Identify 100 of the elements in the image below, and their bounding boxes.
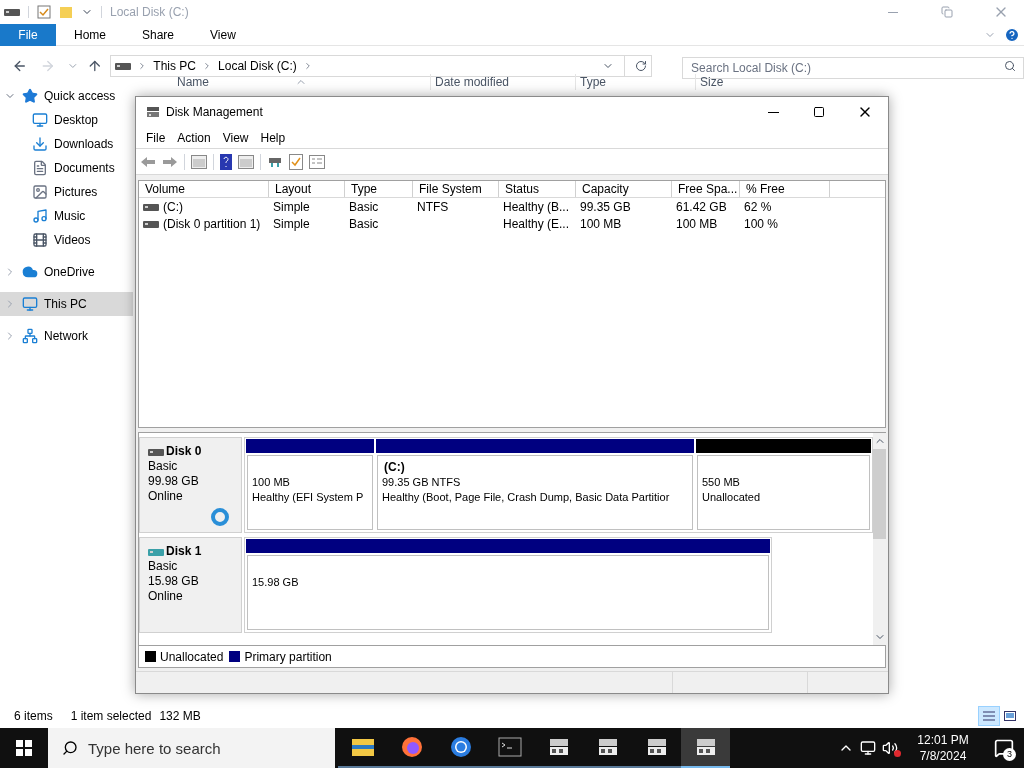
clock-date[interactable]: 7/8/2024: [919, 748, 967, 764]
sidebar-label: Videos: [54, 232, 91, 249]
table-cell-text: NTFS: [417, 198, 449, 216]
properties-icon[interactable]: [309, 154, 325, 169]
disk-name: Disk 0: [166, 444, 202, 459]
large-icons-view-icon[interactable]: [1004, 711, 1016, 721]
disk-label-panel[interactable]: Disk 1 Basic 15.98 GB Online: [139, 537, 242, 633]
column-header[interactable]: Free Spa...: [672, 181, 740, 197]
ribbon-tab[interactable]: Share: [124, 23, 193, 46]
back-arrow-icon[interactable]: [140, 155, 156, 168]
partition-text: 100 MB: [252, 475, 291, 490]
taskbar-app[interactable]: [681, 728, 730, 768]
back-icon[interactable]: [12, 58, 28, 74]
search-icon[interactable]: [1004, 60, 1017, 72]
item-count: 6 items: [14, 708, 53, 725]
ribbon-tab[interactable]: View: [192, 23, 254, 46]
notification-count: 3: [1003, 748, 1016, 761]
disk-management-icon: [146, 106, 160, 118]
image-icon: [32, 184, 48, 200]
sidebar-item[interactable]: Music: [0, 204, 133, 228]
network-icon[interactable]: [860, 740, 876, 756]
terminal-icon: [497, 737, 522, 757]
window-title: Local Disk (C:): [110, 4, 189, 21]
sidebar-item[interactable]: This PC: [0, 292, 133, 316]
column-header[interactable]: Volume: [139, 181, 269, 197]
clock-time[interactable]: 12:01 PM: [917, 732, 969, 748]
scrollbar[interactable]: [873, 433, 886, 645]
forward-arrow-icon[interactable]: [162, 155, 178, 168]
column-header[interactable]: Layout: [269, 181, 345, 197]
table-cell-text: 62 %: [744, 198, 772, 216]
notification-button[interactable]: 3: [984, 728, 1024, 768]
sidebar-item[interactable]: OneDrive: [0, 260, 133, 284]
disk-label-panel[interactable]: Disk 0 Basic 99.98 GB Online: [139, 437, 242, 533]
cloud-icon: [22, 264, 38, 280]
download-icon: [32, 136, 48, 152]
sidebar-item[interactable]: Pictures: [0, 180, 133, 204]
search-icon: [62, 740, 78, 756]
sidebar-item[interactable]: Videos: [0, 228, 133, 252]
sidebar-item[interactable]: Documents: [0, 156, 133, 180]
ribbon-tab[interactable]: File: [0, 23, 56, 46]
breadcrumb-item[interactable]: Local Disk (C:): [218, 57, 297, 75]
column-header[interactable]: Size: [695, 74, 775, 90]
partition-text: Healthy (Boot, Page File, Crash Dump, Basic Data Partitior: [382, 490, 671, 505]
muted-speaker-icon[interactable]: [882, 740, 898, 756]
disk-status: Online: [148, 489, 184, 504]
minimize-icon: [888, 11, 898, 13]
help-icon[interactable]: [1004, 26, 1020, 43]
table-cell-text: (C:): [163, 198, 183, 216]
disk-type: Basic: [148, 459, 179, 474]
sidebar-item[interactable]: Network: [0, 324, 133, 348]
legend-label: Unallocated: [160, 648, 224, 666]
column-header[interactable]: Date modified: [430, 74, 575, 90]
partition-text: Unallocated: [702, 490, 762, 505]
sidebar-label: Music: [54, 208, 86, 225]
legend-label: Primary partition: [244, 648, 332, 666]
volume-row[interactable]: (Disk 0 partition 1) Simple Basic Healthy (E... 100 MB 100 MB 100 %: [139, 215, 885, 232]
refresh-icon[interactable]: [635, 60, 648, 72]
menu-item[interactable]: Action: [171, 128, 217, 147]
menu-item[interactable]: Help: [254, 128, 292, 147]
column-header[interactable]: Name: [173, 74, 430, 90]
table-cell-text: Healthy (B...: [503, 198, 570, 216]
browser-ring-icon: [448, 735, 473, 759]
scroll-thumb[interactable]: [873, 449, 886, 539]
address-bar[interactable]: This PC Local Disk (C:): [110, 55, 653, 77]
column-header[interactable]: Type: [575, 74, 695, 90]
connect-icon[interactable]: [267, 155, 283, 168]
panel-icon[interactable]: [238, 154, 254, 169]
folder-icon: [350, 737, 375, 757]
column-header[interactable]: Status: [499, 181, 576, 197]
panel-icon[interactable]: [191, 154, 207, 169]
disk-type: Basic: [148, 559, 179, 574]
column-header[interactable]: File System: [413, 181, 499, 197]
sidebar-label: Desktop: [54, 112, 99, 129]
restore-icon: [941, 6, 953, 18]
document-icon: [32, 160, 48, 176]
sidebar-item[interactable]: Desktop: [0, 108, 133, 132]
selection-info: 1 item selected: [70, 708, 152, 725]
selection-size: 132 MB: [159, 708, 201, 725]
table-cell-text: Simple: [273, 215, 310, 233]
volume-row[interactable]: (C:) Simple Basic NTFS Healthy (B... 99.35 GB 61.42 GB 62 %: [139, 198, 885, 215]
sidebar-item[interactable]: Downloads: [0, 132, 133, 156]
ribbon-tab[interactable]: Home: [56, 23, 124, 46]
table-cell-text: Healthy (E...: [503, 215, 570, 233]
sidebar-item[interactable]: Quick access: [0, 84, 133, 108]
sidebar-label: OneDrive: [44, 264, 95, 281]
table-cell-text: 61.42 GB: [676, 198, 727, 216]
table-cell-text: 100 MB: [580, 215, 622, 233]
help-icon[interactable]: [220, 153, 232, 170]
menu-item[interactable]: View: [216, 128, 255, 147]
checklist-icon[interactable]: [289, 153, 303, 170]
checklist-icon: [37, 5, 51, 19]
breadcrumb-item[interactable]: This PC: [153, 57, 197, 75]
sidebar-label: Documents: [54, 160, 115, 177]
column-header[interactable]: % Free: [740, 181, 830, 197]
taskbar-search-field[interactable]: Type here to search: [48, 728, 335, 768]
column-header[interactable]: Capacity: [576, 181, 672, 197]
music-note-icon: [32, 208, 48, 224]
sidebar-label: This PC: [44, 296, 87, 313]
menu-item[interactable]: File: [140, 128, 172, 147]
column-header[interactable]: Type: [345, 181, 413, 197]
